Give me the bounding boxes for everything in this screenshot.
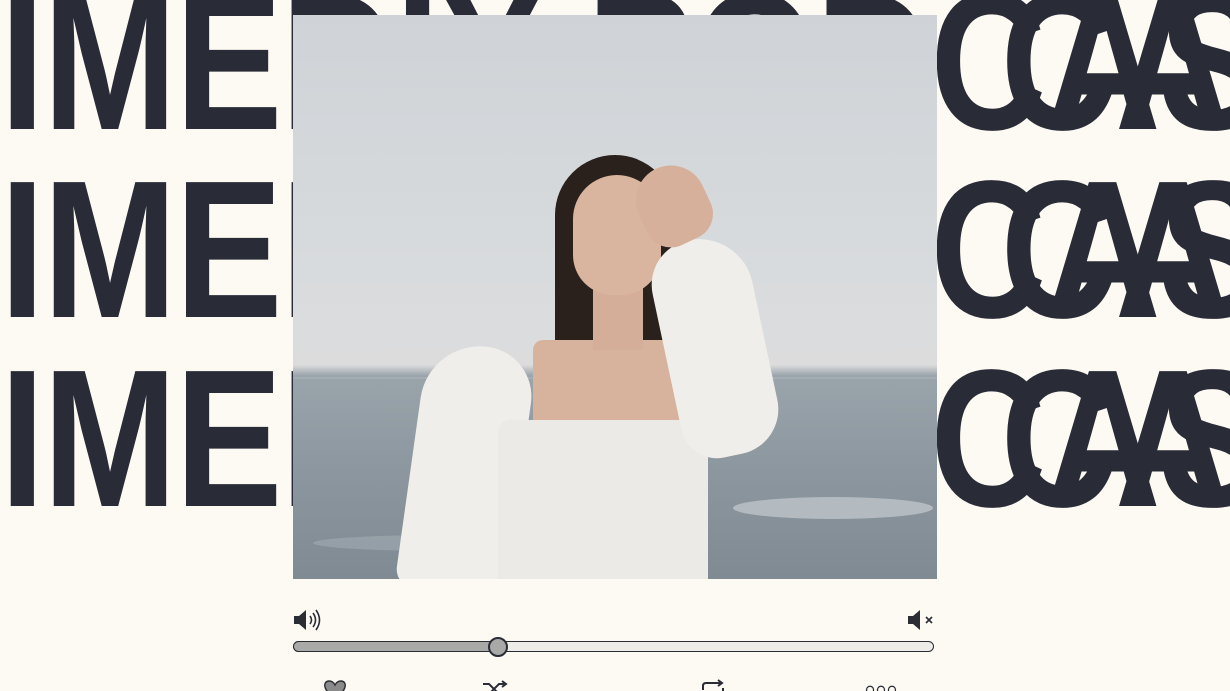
podcast-cover-image [293,15,937,579]
progress-thumb[interactable] [488,637,508,657]
progress-slider[interactable] [293,637,936,657]
wave [733,497,933,519]
headline-row-right: CAST [1000,140,1230,359]
volume-controls [293,608,937,634]
heart-icon[interactable] [317,678,353,691]
volume-up-icon[interactable] [293,608,323,632]
headline-row-right: CAST [1000,0,1230,171]
repeat-icon[interactable] [695,678,731,691]
shuffle-icon[interactable] [477,678,513,691]
headline-row-right: CAST [1000,329,1230,548]
playback-controls [293,676,937,691]
more-icon[interactable] [863,678,899,691]
figure-dress [498,420,708,579]
progress-fill [293,641,498,652]
volume-mute-icon[interactable] [907,608,937,632]
